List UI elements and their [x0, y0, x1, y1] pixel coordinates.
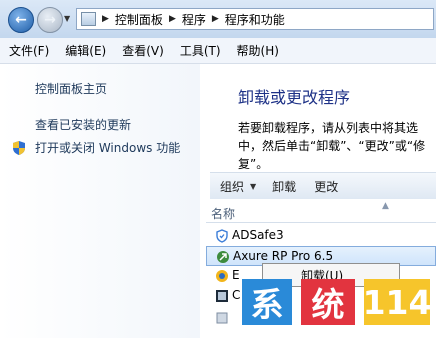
watermark-char-1: 系: [242, 279, 292, 325]
program-app-icon: [216, 270, 228, 282]
axure-app-icon: [217, 251, 229, 263]
control-panel-home-link[interactable]: 控制面板主页: [35, 80, 107, 97]
back-button[interactable]: ←: [8, 7, 34, 33]
chevron-right-icon[interactable]: ▶: [169, 14, 176, 24]
program-app-icon: [216, 312, 228, 324]
program-row-adsafe[interactable]: ADSafe3: [206, 226, 436, 246]
forward-button[interactable]: →: [37, 7, 63, 33]
program-app-icon: [216, 290, 228, 302]
name-column-header[interactable]: ▲ 名称: [206, 201, 436, 223]
watermark-char-3: 114: [363, 279, 431, 325]
program-name: ADSafe3: [232, 228, 284, 242]
menu-help[interactable]: 帮助(H): [229, 42, 287, 59]
navigation-bar: ← → ▼ ▶ 控制面板 ▶ 程序 ▶ 程序和功能: [0, 0, 436, 38]
address-bar[interactable]: ▶ 控制面板 ▶ 程序 ▶ 程序和功能: [76, 8, 434, 30]
organize-button[interactable]: 组织: [220, 178, 244, 195]
breadcrumb-programs-features[interactable]: 程序和功能: [225, 11, 285, 28]
program-name: C: [232, 288, 241, 302]
name-column-label: 名称: [211, 207, 236, 221]
page-title: 卸载或更改程序: [238, 88, 351, 107]
breadcrumb-control-panel[interactable]: 控制面板: [115, 11, 163, 28]
chevron-right-icon[interactable]: ▶: [212, 14, 219, 24]
watermark-char-2: 统: [301, 279, 355, 325]
command-toolbar: 组织 ▼ 卸载 更改: [210, 172, 436, 199]
change-button[interactable]: 更改: [314, 178, 338, 195]
menu-bar: 文件(F) 编辑(E) 查看(V) 工具(T) 帮助(H): [0, 38, 436, 64]
program-name: E: [232, 268, 240, 282]
page-description: 若要卸载程序，请从列表中将其选中，然后单击“卸载”、“更改”或“修复”。: [238, 121, 426, 171]
chevron-right-icon[interactable]: ▶: [102, 14, 109, 24]
adsafe-app-icon: [216, 229, 228, 243]
menu-edit[interactable]: 编辑(E): [57, 42, 114, 59]
program-name: Axure RP Pro 6.5: [233, 249, 334, 263]
organize-dropdown-icon[interactable]: ▼: [250, 182, 256, 191]
breadcrumb-programs[interactable]: 程序: [182, 11, 206, 28]
control-panel-icon: [81, 12, 96, 26]
menu-view[interactable]: 查看(V): [114, 42, 172, 59]
menu-file[interactable]: 文件(F): [0, 42, 57, 59]
view-installed-updates-link[interactable]: 查看已安装的更新: [35, 116, 131, 133]
uac-shield-icon: [13, 141, 25, 155]
sort-ascending-icon: ▲: [382, 201, 389, 211]
task-pane: 控制面板主页 查看已安装的更新 打开或关闭 Windows 功能: [0, 64, 200, 338]
menu-tools[interactable]: 工具(T): [172, 42, 229, 59]
uninstall-button[interactable]: 卸载: [272, 178, 296, 195]
windows-features-link[interactable]: 打开或关闭 Windows 功能: [35, 139, 180, 156]
recent-pages-dropdown-icon[interactable]: ▼: [64, 14, 70, 23]
